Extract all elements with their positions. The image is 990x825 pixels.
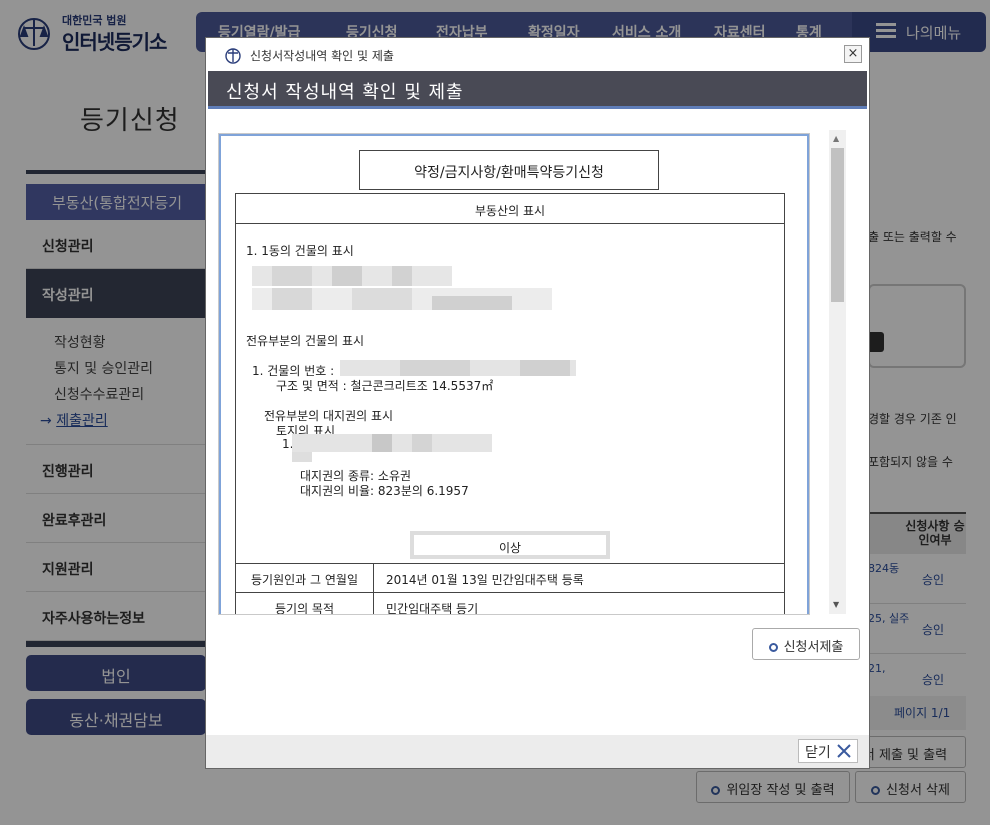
- confirm-submit-dialog: 신청서작성내역 확인 및 제출 × 신청서 작성내역 확인 및 제출 약정/금지…: [205, 37, 870, 769]
- circle-bullet-icon: [768, 643, 778, 652]
- court-emblem-icon: [225, 48, 241, 64]
- table-row: 등기의 목적 민간임대주택 등기: [236, 592, 784, 615]
- land-right-ratio: 대지권의 비율: 823분의 6.1957: [300, 484, 469, 498]
- close-icon[interactable]: ×: [844, 45, 862, 63]
- property-table: 부동산의 표시 1. 1동의 건물의 표시 전유부분의 건물의 표시 1. 건물…: [235, 193, 785, 615]
- row-label: 등기원인과 그 연월일: [236, 564, 374, 592]
- dialog-titlebar[interactable]: 신청서작성내역 확인 및 제출 ×: [206, 38, 869, 70]
- document-scrollbar[interactable]: ▲ ▼: [829, 130, 846, 614]
- row-label: 등기의 목적: [236, 593, 374, 614]
- exclusive-part-heading: 전유부분의 건물의 표시: [246, 334, 365, 348]
- building-heading: 1. 1동의 건물의 표시: [246, 244, 354, 258]
- close-button-label: 닫기: [805, 745, 831, 761]
- submit-application-button[interactable]: 신청서제출: [752, 628, 860, 660]
- dialog-footer: 닫기: [206, 735, 869, 768]
- end-mark: 이상: [410, 531, 610, 559]
- document-page: 약정/금지사항/환매특약등기신청 부동산의 표시 1. 1동의 건물의 표시 전…: [219, 134, 809, 615]
- document-title: 약정/금지사항/환매특약등기신청: [359, 150, 659, 190]
- row-value: 2014년 01월 13일 민간임대주택 등록: [386, 573, 584, 587]
- scroll-down-icon[interactable]: ▼: [833, 600, 839, 609]
- dialog-window-title: 신청서작성내역 확인 및 제출: [250, 49, 394, 63]
- document-viewer[interactable]: 약정/금지사항/환매특약등기신청 부동산의 표시 1. 1동의 건물의 표시 전…: [218, 133, 810, 615]
- submit-application-label: 신청서제출: [783, 640, 844, 655]
- row-value: 민간임대주택 등기: [386, 602, 479, 615]
- dialog-header: 신청서 작성내역 확인 및 제출: [208, 71, 867, 109]
- table-row: 등기원인과 그 연월일 2014년 01월 13일 민간임대주택 등록: [236, 563, 784, 592]
- scrollbar-thumb[interactable]: [831, 148, 844, 302]
- close-button[interactable]: 닫기: [798, 739, 858, 763]
- scroll-up-icon[interactable]: ▲: [833, 134, 839, 143]
- close-x-icon: [837, 744, 851, 758]
- property-caption: 부동산의 표시: [236, 194, 784, 224]
- dialog-heading: 신청서 작성내역 확인 및 제출: [226, 82, 464, 103]
- structure-area: 구조 및 면적 : 철근콘크리트조 14.5537㎡: [276, 379, 494, 393]
